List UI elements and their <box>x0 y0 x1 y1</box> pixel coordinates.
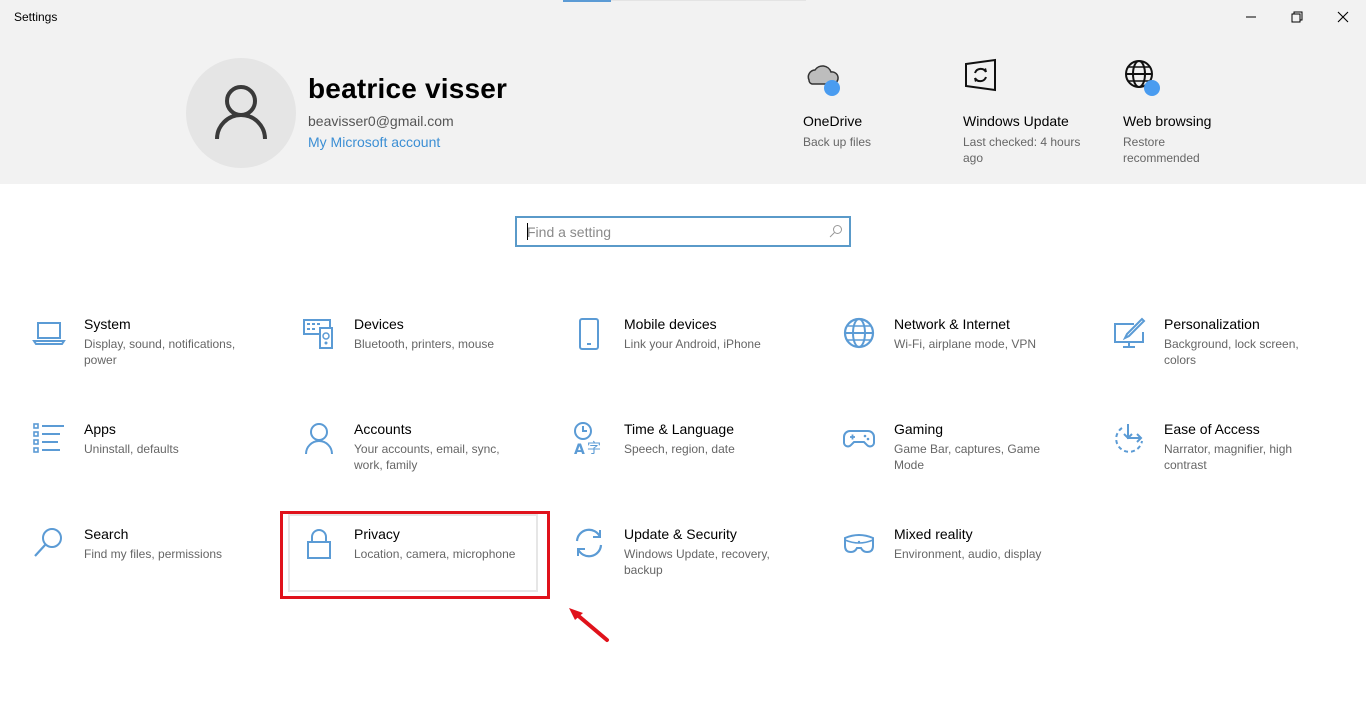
category-title: Ease of Access <box>1164 421 1260 437</box>
category-subtitle: Speech, region, date <box>624 442 735 456</box>
user-name: beatrice visser <box>308 73 508 104</box>
quick-status-web-browsing[interactable]: Web browsing Restore recommended <box>1123 58 1273 165</box>
category-accounts[interactable]: Accounts Your accounts, email, sync, wor… <box>292 413 552 495</box>
close-button[interactable] <box>1320 4 1366 30</box>
category-devices[interactable]: Devices Bluetooth, printers, mouse <box>292 308 552 390</box>
category-mixed-reality[interactable]: Mixed reality Environment, audio, displa… <box>832 518 1092 600</box>
category-subtitle: Background, lock screen, colors <box>1164 337 1299 367</box>
category-title: Personalization <box>1164 316 1260 332</box>
account-header: Settings beatrice visser beavisser0@gmai… <box>0 0 1366 184</box>
search-icon[interactable] <box>829 224 843 238</box>
category-subtitle: Windows Update, recovery, backup <box>624 547 770 577</box>
web-browsing-title: Web browsing <box>1123 113 1212 129</box>
category-title: Mobile devices <box>624 316 717 332</box>
category-apps[interactable]: Apps Uninstall, defaults <box>22 413 282 495</box>
category-subtitle: Narrator, magnifier, high contrast <box>1164 442 1293 472</box>
windows-update-title: Windows Update <box>963 113 1069 129</box>
my-microsoft-account-link[interactable]: My Microsoft account <box>308 134 440 150</box>
category-subtitle: Find my files, permissions <box>84 547 223 561</box>
category-gaming[interactable]: Gaming Game Bar, captures, Game Mode <box>832 413 1092 495</box>
title-bar-divider <box>611 0 806 1</box>
category-mobile-devices[interactable]: Mobile devices Link your Android, iPhone <box>562 308 822 390</box>
annotation-arrow-icon <box>569 608 609 642</box>
lock-icon <box>307 529 331 559</box>
category-title: Privacy <box>354 526 400 542</box>
search-input[interactable] <box>527 223 817 240</box>
category-subtitle: Link your Android, iPhone <box>624 337 761 351</box>
close-icon <box>1337 11 1349 23</box>
keyboard-speaker-icon <box>303 319 333 349</box>
paintbrush-monitor-icon <box>1114 317 1146 348</box>
user-email: beavisser0@gmail.com <box>308 113 454 129</box>
user-silhouette-icon <box>215 85 267 140</box>
minimize-icon <box>1246 16 1256 18</box>
category-system[interactable]: System Display, sound, notifications, po… <box>22 308 282 390</box>
minimize-button[interactable] <box>1228 4 1274 30</box>
category-subtitle: Environment, audio, display <box>894 547 1042 561</box>
magnifier-icon <box>34 528 62 557</box>
category-title: Accounts <box>354 421 412 437</box>
ease-of-access-icon <box>1115 424 1143 453</box>
category-subtitle: Location, camera, microphone <box>354 547 516 561</box>
category-update-security[interactable]: Update & Security Windows Update, recove… <box>562 518 822 600</box>
onedrive-title: OneDrive <box>803 113 863 129</box>
phone-icon <box>579 318 599 350</box>
category-title: Mixed reality <box>894 526 973 542</box>
category-title: System <box>84 316 131 332</box>
restore-button[interactable] <box>1274 4 1320 30</box>
restore-icon <box>1291 11 1303 23</box>
onedrive-subtitle: Back up files <box>803 135 872 149</box>
quick-status-windows-update[interactable]: Windows Update Last checked: 4 hours ago <box>963 58 1113 165</box>
category-subtitle: Bluetooth, printers, mouse <box>354 337 495 351</box>
svg-text:A: A <box>574 442 585 455</box>
globe-icon <box>843 317 875 349</box>
find-setting-search[interactable] <box>515 216 851 247</box>
category-title: Network & Internet <box>894 316 1010 332</box>
category-network-internet[interactable]: Network & Internet Wi-Fi, airplane mode,… <box>832 308 1092 390</box>
sync-arrows-icon <box>575 528 603 558</box>
vr-headset-icon <box>844 534 874 554</box>
title-bar-accent <box>563 0 611 2</box>
globe-icon <box>1125 60 1160 96</box>
category-title: Time & Language <box>624 421 734 437</box>
category-subtitle: Uninstall, defaults <box>84 442 179 456</box>
time-language-icon: A 字 <box>574 422 601 455</box>
category-title: Devices <box>354 316 404 332</box>
quick-status-onedrive[interactable]: OneDrive Back up files <box>803 58 953 149</box>
onedrive-cloud-icon <box>807 65 840 96</box>
window-title: Settings <box>14 10 58 24</box>
category-title: Gaming <box>894 421 944 437</box>
category-subtitle: Your accounts, email, sync, work, family <box>354 442 500 472</box>
category-personalization[interactable]: Personalization Background, lock screen,… <box>1102 308 1362 390</box>
category-time-language[interactable]: A 字 Time & Language Speech, region, date <box>562 413 822 495</box>
avatar[interactable] <box>186 58 296 168</box>
category-title: Apps <box>84 421 116 437</box>
svg-text:字: 字 <box>587 441 601 455</box>
category-subtitle: Wi-Fi, airplane mode, VPN <box>894 337 1037 351</box>
windows-update-subtitle: Last checked: 4 hours ago <box>963 135 1081 165</box>
category-subtitle: Game Bar, captures, Game Mode <box>894 442 1041 472</box>
web-browsing-subtitle: Restore recommended <box>1123 135 1200 165</box>
gamepad-icon <box>843 430 875 448</box>
text-caret <box>527 223 528 240</box>
list-icon <box>33 423 64 453</box>
category-ease-of-access[interactable]: Ease of Access Narrator, magnifier, high… <box>1102 413 1362 495</box>
windows-update-icon <box>965 58 996 92</box>
category-title: Update & Security <box>624 526 737 542</box>
category-subtitle: Display, sound, notifications, power <box>84 337 236 367</box>
person-icon <box>305 423 333 455</box>
laptop-icon <box>32 322 66 345</box>
category-search[interactable]: Search Find my files, permissions <box>22 518 282 600</box>
category-title: Search <box>84 526 129 542</box>
category-privacy[interactable]: Privacy Location, camera, microphone <box>292 518 552 600</box>
